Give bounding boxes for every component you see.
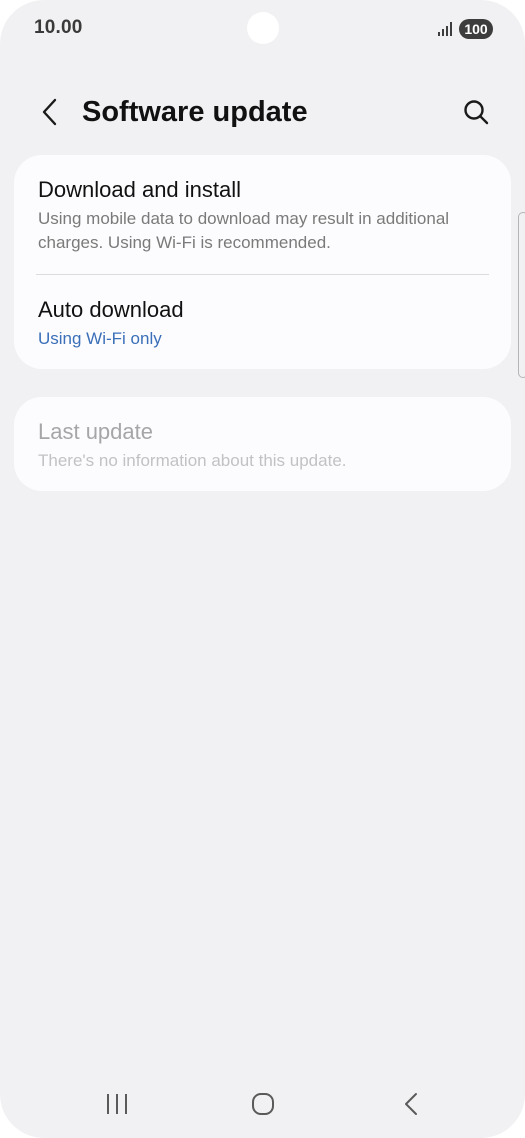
back-button[interactable] [30, 92, 70, 132]
last-update-description: There's no information about this update… [38, 451, 347, 470]
back-icon [405, 1093, 417, 1115]
phone-screen: 10.00 100 Software update Download and i… [0, 0, 525, 1138]
divider [36, 274, 489, 275]
home-icon [252, 1093, 274, 1115]
app-header: Software update [0, 84, 525, 140]
update-settings-card: Download and install Using mobile data t… [14, 155, 511, 369]
auto-download-item[interactable]: Auto download Using Wi-Fi only [14, 296, 511, 351]
download-and-install-title: Download and install [38, 177, 242, 202]
recent-apps-icon [107, 1094, 127, 1114]
scroll-indicator [518, 212, 525, 378]
download-and-install-description: Using mobile data to download may result… [38, 209, 450, 252]
auto-download-value: Using Wi-Fi only [38, 329, 162, 348]
last-update-card: Last update There's no information about… [14, 397, 511, 491]
home-button[interactable] [241, 1086, 285, 1122]
download-and-install-item[interactable]: Download and install Using mobile data t… [14, 176, 511, 255]
last-update-title: Last update [38, 419, 153, 444]
search-button[interactable] [456, 92, 496, 132]
status-time: 10.00 [34, 17, 83, 38]
last-update-item: Last update There's no information about… [14, 418, 511, 473]
nav-back-button[interactable] [389, 1086, 433, 1122]
recent-apps-button[interactable] [95, 1086, 139, 1122]
auto-download-title: Auto download [38, 297, 184, 322]
search-icon [464, 100, 489, 125]
navigation-bar [0, 1078, 525, 1132]
back-arrow-icon [42, 98, 57, 126]
camera-cutout [247, 12, 279, 44]
status-bar: 10.00 100 [0, 0, 525, 58]
page-title: Software update [82, 96, 308, 128]
battery-icon: 100 [459, 19, 493, 39]
signal-icon [438, 22, 452, 36]
